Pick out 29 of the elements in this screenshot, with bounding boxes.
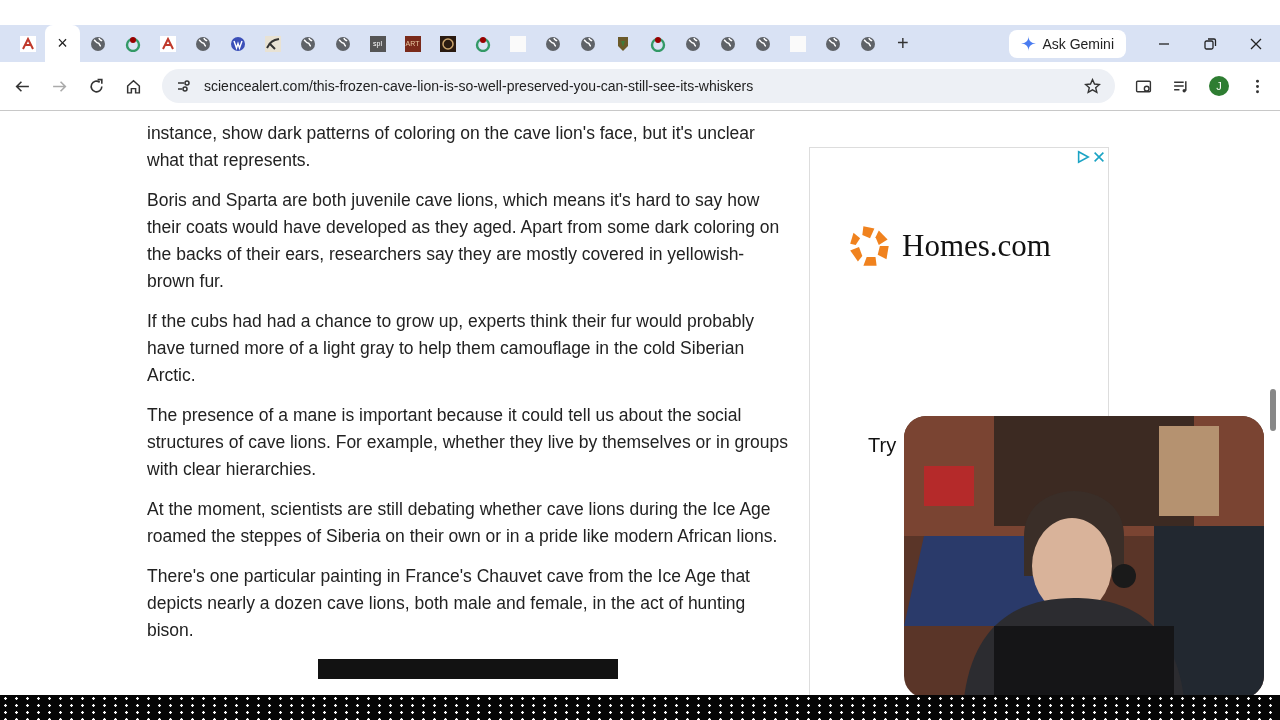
logo-icon (848, 224, 892, 268)
lens-icon[interactable] (1135, 77, 1152, 95)
sketch-icon (264, 35, 281, 52)
sparkle-icon (1021, 36, 1037, 51)
address-bar[interactable]: sciencealert.com/this-frozen-cave-lion-is-so-well-preserved-you-can-still-see-its-whiskers (162, 69, 1115, 103)
blank-icon (789, 35, 806, 52)
close-icon[interactable]: × (57, 33, 68, 54)
reload-icon[interactable] (88, 77, 105, 95)
bookmark-star-icon[interactable] (1084, 77, 1101, 95)
adchoices-icon[interactable] (1076, 150, 1090, 164)
new-tab-button[interactable]: + (897, 32, 909, 55)
article-paragraph: There's one particular painting in France's Chauvet cave from the Ice Age that depicts nearly a dozen cave lions, both male and female, in the act of hunting bison. (147, 565, 751, 642)
ad-text: Try (868, 434, 897, 457)
url-text: sciencealert.com/this-frozen-cave-lion-is-so-well-preserved-you-can-still-see-its-whiskers (204, 78, 755, 94)
article-paragraph: If the cubs had had a chance to grow up, experts think their fur would probably have turned more of a light gray to help them camouflage in the cold Siberian Arctic. (147, 310, 756, 387)
wordpress-icon (229, 35, 246, 52)
restore-icon[interactable] (1202, 35, 1218, 52)
emblem-icon (439, 35, 456, 52)
article-paragraph: Boris and Sparta are both juvenile cave lions, which means it's hard to say how their coats would have developed as they aged. Apart from some dark coloring on the backs of their ears, researchers say they are mostly covered in yellowish-brown fur. (147, 189, 781, 293)
blank-icon (509, 35, 526, 52)
brand-name: Homes.com (902, 228, 1051, 264)
browser-tab[interactable]: × (45, 25, 80, 62)
profile-avatar[interactable]: J (1209, 76, 1229, 96)
gemini-button[interactable]: Ask Gemini (1009, 29, 1126, 58)
site-settings-icon[interactable] (176, 78, 192, 94)
article-paragraph: The presence of a mane is important because it could tell us about the social structures of cave lions. For example, whether they live by themselves or in groups with clear hierarchies. (147, 404, 789, 481)
article-paragraph: At the moment, scientists are still debating whether cave lions during the Ice Age roamed the steppes of Siberia on their own or in a pride like modern African lions. (147, 498, 779, 548)
article-paragraph: instance, show dark patterns of coloring on the cave lion's face, but it's unclear what that represents. (147, 122, 756, 172)
home-icon[interactable] (125, 77, 142, 95)
